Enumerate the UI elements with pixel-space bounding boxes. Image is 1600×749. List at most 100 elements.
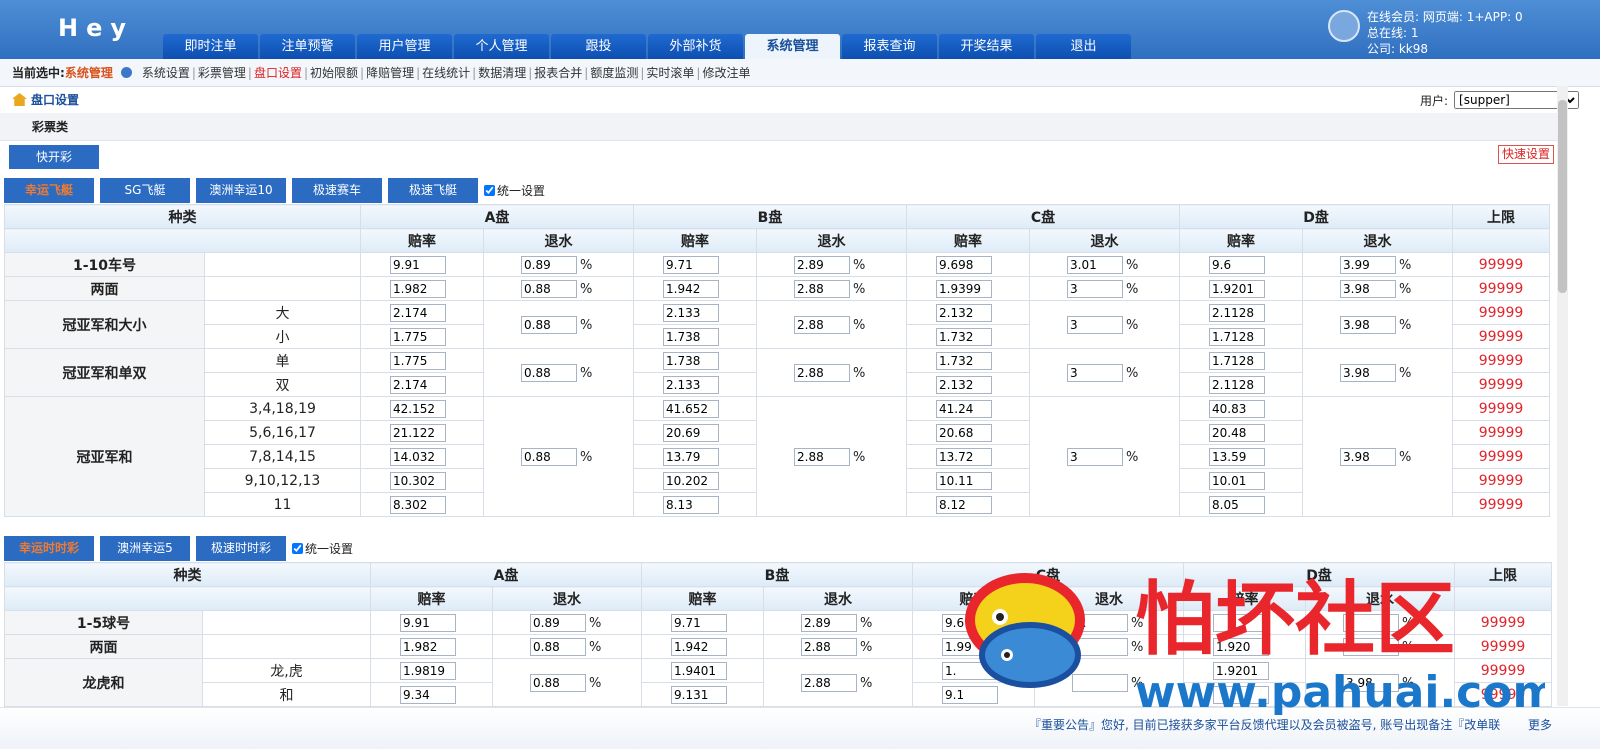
rebate-input[interactable]	[521, 363, 577, 382]
rebate-input[interactable]	[1067, 279, 1123, 298]
rebate-input[interactable]	[1072, 613, 1128, 632]
game-tab[interactable]: 极速飞艇	[388, 178, 478, 203]
rebate-input[interactable]	[530, 673, 586, 692]
rebate-input[interactable]	[1340, 315, 1396, 334]
nav-tab[interactable]: 退出	[1036, 34, 1131, 59]
notice-marquee[interactable]: 『重要公告』您好, 目前已接获多家平台反馈代理以及会员被盗号, 账号出现备注『改…	[1029, 716, 1504, 733]
odds-input[interactable]	[390, 279, 446, 298]
rebate-input[interactable]	[794, 279, 850, 298]
rebate-input[interactable]	[521, 279, 577, 298]
rebate-input[interactable]	[1067, 447, 1123, 466]
rebate-input[interactable]	[794, 363, 850, 382]
odds-input[interactable]	[936, 375, 992, 394]
rebate-input[interactable]	[530, 637, 586, 656]
limit-value[interactable]: 99999	[1452, 420, 1550, 445]
odds-input[interactable]	[936, 423, 992, 442]
odds-input[interactable]	[936, 255, 992, 274]
sub-nav-item[interactable]: 系统设置	[140, 66, 192, 80]
odds-input[interactable]	[1209, 279, 1265, 298]
odds-input[interactable]	[663, 279, 719, 298]
odds-input[interactable]	[400, 661, 456, 680]
odds-input[interactable]	[936, 327, 992, 346]
more-link[interactable]: 更多	[1528, 716, 1552, 733]
rebate-input[interactable]	[1340, 279, 1396, 298]
odds-input[interactable]	[1213, 661, 1269, 680]
odds-input[interactable]	[390, 351, 446, 370]
limit-value[interactable]: 99999	[1452, 492, 1550, 517]
odds-input[interactable]	[671, 613, 727, 632]
sub-nav-item[interactable]: 额度监测	[588, 66, 640, 80]
sub-nav-item[interactable]: 报表合并	[532, 66, 584, 80]
game-tab[interactable]: 极速赛车	[292, 178, 382, 203]
unify-check[interactable]	[484, 185, 495, 196]
odds-input[interactable]	[390, 327, 446, 346]
sub-nav-item[interactable]: 数据清理	[476, 66, 528, 80]
nav-tab[interactable]: 跟投	[551, 34, 646, 59]
rebate-input[interactable]	[794, 315, 850, 334]
odds-input[interactable]	[663, 471, 719, 490]
odds-input[interactable]	[663, 327, 719, 346]
odds-input[interactable]	[1209, 255, 1265, 274]
odds-input[interactable]	[390, 375, 446, 394]
odds-input[interactable]	[1209, 471, 1265, 490]
odds-input[interactable]	[942, 661, 998, 680]
limit-value[interactable]: 99999	[1452, 276, 1550, 301]
rebate-input[interactable]	[530, 613, 586, 632]
nav-tab[interactable]: 即时注单	[163, 34, 258, 59]
limit-value[interactable]: 99999	[1452, 324, 1550, 349]
sub-nav-item[interactable]: 修改注单	[700, 66, 752, 80]
unify-checkbox[interactable]: 统一设置	[292, 540, 353, 557]
sub-nav-item[interactable]: 初始限额	[308, 66, 360, 80]
limit-value[interactable]: 99999	[1452, 372, 1550, 397]
unify-check[interactable]	[292, 543, 303, 554]
limit-value[interactable]: 99999	[1452, 252, 1550, 277]
rebate-input[interactable]	[1343, 637, 1399, 656]
category-tab-kuaikai[interactable]: 快开彩	[9, 145, 99, 169]
odds-input[interactable]	[663, 303, 719, 322]
rebate-input[interactable]	[794, 255, 850, 274]
odds-input[interactable]	[936, 399, 992, 418]
limit-value[interactable]: 99999	[1454, 610, 1552, 635]
rebate-input[interactable]	[801, 613, 857, 632]
odds-input[interactable]	[942, 613, 998, 632]
odds-input[interactable]	[1209, 447, 1265, 466]
rebate-input[interactable]	[521, 255, 577, 274]
odds-input[interactable]	[1213, 685, 1269, 704]
odds-input[interactable]	[1213, 637, 1269, 656]
nav-tab[interactable]: 开奖结果	[939, 34, 1034, 59]
game-tab[interactable]: 幸运飞艇	[4, 178, 94, 203]
odds-input[interactable]	[400, 685, 456, 704]
odds-input[interactable]	[942, 685, 998, 704]
limit-value[interactable]: 99999	[1452, 444, 1550, 469]
odds-input[interactable]	[390, 399, 446, 418]
rebate-input[interactable]	[1067, 255, 1123, 274]
sub-nav-item[interactable]: 盘口设置	[252, 66, 304, 80]
odds-input[interactable]	[1209, 375, 1265, 394]
odds-input[interactable]	[671, 661, 727, 680]
odds-input[interactable]	[390, 471, 446, 490]
limit-value[interactable]: 99999	[1452, 468, 1550, 493]
odds-input[interactable]	[1209, 303, 1265, 322]
game-tab[interactable]: 澳洲幸运5	[100, 536, 190, 561]
game-tab[interactable]: 极速时时彩	[196, 536, 286, 561]
nav-tab[interactable]: 系统管理	[745, 34, 840, 59]
game-tab[interactable]: SG飞艇	[100, 178, 190, 203]
nav-tab[interactable]: 用户管理	[357, 34, 452, 59]
unify-checkbox[interactable]: 统一设置	[484, 182, 545, 199]
odds-input[interactable]	[390, 495, 446, 514]
rebate-input[interactable]	[1072, 673, 1128, 692]
odds-input[interactable]	[936, 351, 992, 370]
odds-input[interactable]	[936, 471, 992, 490]
rebate-input[interactable]	[1340, 447, 1396, 466]
odds-input[interactable]	[663, 351, 719, 370]
odds-input[interactable]	[400, 637, 456, 656]
nav-tab[interactable]: 个人管理	[454, 34, 549, 59]
sub-nav-item[interactable]: 实时滚单	[644, 66, 696, 80]
sub-nav-item[interactable]: 彩票管理	[196, 66, 248, 80]
odds-input[interactable]	[1209, 495, 1265, 514]
odds-input[interactable]	[936, 447, 992, 466]
rebate-input[interactable]	[521, 447, 577, 466]
odds-input[interactable]	[942, 637, 998, 656]
rebate-input[interactable]	[1067, 363, 1123, 382]
odds-input[interactable]	[1209, 399, 1265, 418]
